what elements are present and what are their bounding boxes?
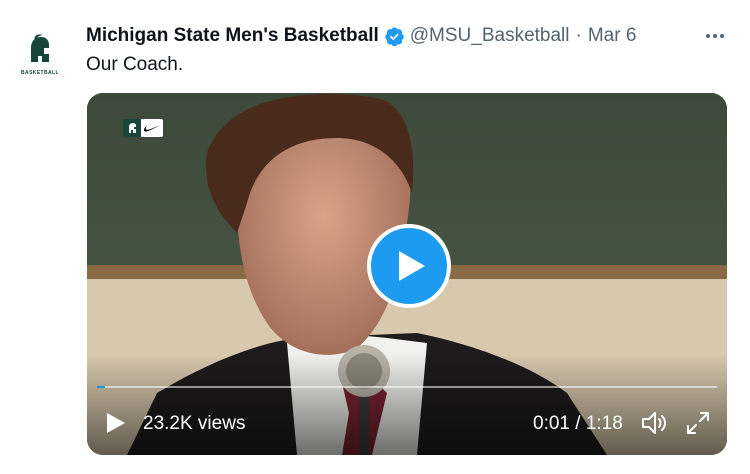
play-icon[interactable] [105,411,127,435]
separator-dot: · [575,25,582,46]
volume-icon[interactable] [640,410,668,436]
video-player[interactable]: 23.2K views 0:01 / 1:18 [87,93,727,455]
display-name[interactable]: Michigan State Men's Basketball [86,25,379,47]
video-time: 0:01 / 1:18 [533,413,623,434]
progress-fill [97,386,106,388]
verified-badge-icon [385,26,404,46]
spartan-helmet-icon [31,34,49,62]
tweet-header: Michigan State Men's Basketball @MSU_Bas… [86,23,636,49]
more-options-button[interactable] [700,25,730,47]
more-dot [713,34,717,38]
video-controls: 23.2K views 0:01 / 1:18 [87,403,727,443]
timestamp[interactable]: Mar 6 [588,25,637,47]
tweet-text: Our Coach. [86,54,184,75]
more-dot [720,34,724,38]
swoosh-icon [141,119,163,137]
handle[interactable]: @MSU_Basketball [410,25,570,47]
logo-bug [123,119,163,137]
more-dot [706,34,710,38]
avatar[interactable]: BASKETBALL [18,32,62,76]
tweet: BASKETBALL Michigan State Men's Basketba… [0,0,750,474]
fullscreen-icon[interactable] [685,410,711,436]
play-video-button[interactable] [367,224,451,308]
spartan-logo-icon [123,119,141,137]
avatar-label: BASKETBALL [21,70,59,76]
play-icon [399,251,425,281]
progress-bar[interactable] [97,386,717,388]
view-count: 23.2K views [143,413,246,434]
